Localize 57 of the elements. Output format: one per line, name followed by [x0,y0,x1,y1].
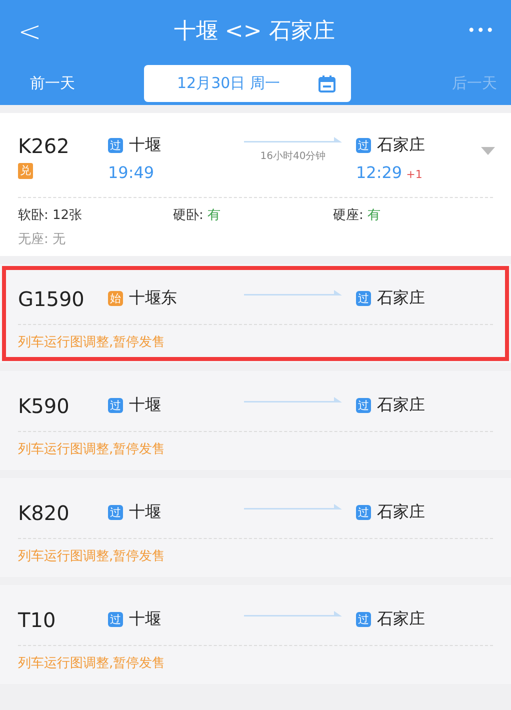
sale-notice: 列车运行图调整,暂停发售 [18,441,166,459]
caret-icon[interactable] [481,147,495,155]
travel-duration: 16小时40分钟 [260,150,326,163]
seat-count: 有 [368,208,381,223]
arrow-icon [244,397,342,405]
station-name: 十堰 [129,394,161,416]
seat-type: 无座: [18,232,50,247]
seat-type: 硬座: [333,208,364,223]
calendar-icon [318,74,336,92]
station-badge: 过 [356,504,371,520]
train-number: K590 [18,393,70,419]
arrow-icon [244,504,342,512]
station-badge: 过 [356,138,371,152]
station-name: 十堰东 [129,287,177,309]
sale-notice: 列车运行图调整,暂停发售 [18,334,166,352]
station-badge: 过 [108,138,123,152]
station-badge: 过 [108,612,123,626]
ticket-tag: 兑 [18,163,33,179]
station-name: 石家庄 [377,394,425,416]
previous-day-button[interactable]: 前一天 [30,74,75,93]
arrow-icon [244,611,342,619]
station-name: 十堰 [129,608,161,630]
more-button[interactable]: ••• [467,23,495,39]
sale-notice: 列车运行图调整,暂停发售 [18,548,166,566]
back-button[interactable]: < [18,14,42,48]
station-name: 石家庄 [377,134,425,156]
arrow-icon [244,290,342,298]
seat-count: 有 [208,208,221,223]
next-day-mark: +1 [406,168,422,181]
station-name: 石家庄 [377,287,425,309]
station-badge: 过 [356,290,371,306]
seat-count: 12张 [52,208,82,223]
arrow-icon [244,137,342,145]
station-badge: 过 [356,398,371,412]
seat-type: 硬卧: [173,208,204,223]
route-title: 十堰 <> 石家庄 [174,18,335,46]
station-name: 石家庄 [377,608,425,630]
train-card[interactable]: T10 过 十堰 过 石家庄 列车运行图调整,暂停发售 [0,585,511,684]
train-number: K262 [18,133,70,159]
station-name: 十堰 [129,134,161,156]
train-number: K820 [18,500,70,526]
train-card[interactable]: K590 过 十堰 过 石家庄 列车运行图调整,暂停发售 [0,371,511,470]
seat-type: 软卧: [18,208,50,223]
station-badge: 过 [356,612,371,626]
arrival-time: 12:29 [356,163,402,182]
train-number: T10 [18,607,57,633]
sale-notice: 列车运行图调整,暂停发售 [18,655,166,673]
station-badge: 始 [108,290,123,306]
station-name: 十堰 [129,501,161,523]
seat-count: 无 [52,232,66,247]
date-picker[interactable]: 12月30日 周一 [144,65,351,102]
departure-time: 19:49 [108,163,154,182]
train-number: G1590 [18,286,86,312]
station-name: 石家庄 [377,501,425,523]
station-badge: 过 [108,398,123,412]
station-badge: 过 [108,504,123,520]
train-card[interactable]: K820 过 十堰 过 石家庄 列车运行图调整,暂停发售 [0,478,511,577]
